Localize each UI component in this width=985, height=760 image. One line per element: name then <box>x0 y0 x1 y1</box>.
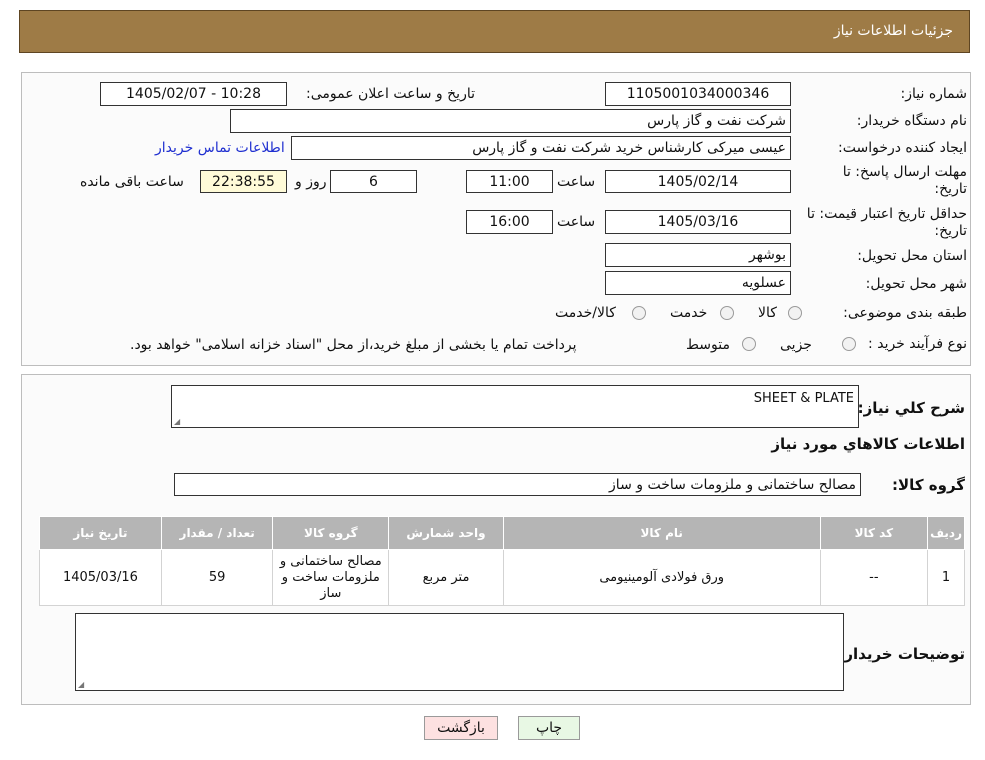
category-radio-goods-service[interactable] <box>632 306 646 320</box>
col-header-quantity: تعداد / مقدار <box>160 516 274 550</box>
cell-goods-code: -- <box>819 549 929 606</box>
goods-info-title: اطلاعات کالاهاي مورد نياز <box>771 435 965 453</box>
goods-table: رديف کد کالا نام کالا واحد شمارش گروه کا… <box>39 516 965 606</box>
goods-group-label: گروه کالا: <box>892 476 965 494</box>
col-header-need-date: تاریخ نیاز <box>39 516 162 550</box>
deadline-time-label: ساعت <box>557 174 596 190</box>
category-radio-service[interactable] <box>720 306 734 320</box>
process-note: پرداخت تمام یا بخشی از مبلغ خرید،از محل … <box>130 337 577 353</box>
col-header-goods-group: گروه کالا <box>272 516 390 550</box>
process-radio-minor[interactable] <box>842 337 856 351</box>
price-validity-date-field: 1405/03/16 <box>605 210 791 234</box>
process-type-label: نوع فرآیند خرید : <box>868 336 967 352</box>
summary-label: شرح كلي نياز: <box>857 399 965 417</box>
buyer-contact-link[interactable]: اطلاعات تماس خریدار <box>155 140 285 156</box>
buyer-notes-textarea[interactable]: ◢ <box>75 613 844 691</box>
summary-text: SHEET & PLATE <box>753 391 854 406</box>
col-header-row-number: رديف <box>927 516 965 550</box>
process-radio-medium[interactable] <box>742 337 756 351</box>
resize-grip-icon[interactable]: ◢ <box>78 680 86 689</box>
buyer-notes-label: توضیحات خریدار: <box>838 645 965 663</box>
cell-need-date: 1405/03/16 <box>39 549 162 606</box>
process-option-minor: جزیی <box>780 337 812 353</box>
category-option-goods: کالا <box>758 305 777 321</box>
print-button[interactable]: چاپ <box>518 716 580 740</box>
announce-date-field: 1405/02/07 - 10:28 <box>100 82 287 106</box>
days-remaining-field: 6 <box>330 170 417 193</box>
requester-field: عیسی میرکی کارشناس خرید شرکت نفت و گاز پ… <box>291 136 791 160</box>
resize-grip-icon[interactable]: ◢ <box>174 417 182 426</box>
col-header-goods-code: کد کالا <box>819 516 929 550</box>
cell-quantity: 59 <box>160 549 274 606</box>
requester-label: ایجاد کننده درخواست: <box>838 140 967 156</box>
goods-group-field: مصالح ساختمانی و ملزومات ساخت و ساز <box>174 473 861 496</box>
cell-goods-group: مصالح ساختمانی و ملزومات ساخت و ساز <box>272 549 390 606</box>
city-field: عسلویه <box>605 271 791 295</box>
price-validity-time-field: 16:00 <box>466 210 553 234</box>
cell-row-number: 1 <box>927 549 965 606</box>
remaining-time-field: 22:38:55 <box>200 170 287 193</box>
summary-textarea[interactable]: SHEET & PLATE ◢ <box>171 385 859 428</box>
buyer-org-label: نام دستگاه خریدار: <box>856 113 967 129</box>
category-option-service: خدمت <box>670 305 708 321</box>
category-radio-goods[interactable] <box>788 306 802 320</box>
province-field: بوشهر <box>605 243 791 267</box>
table-header-row: رديف کد کالا نام کالا واحد شمارش گروه کا… <box>39 516 965 550</box>
buyer-org-field: شرکت نفت و گاز پارس <box>230 109 791 133</box>
price-validity-label: حداقل تاریخ اعتبار قیمت: تا تاریخ: <box>806 206 967 239</box>
cell-unit: متر مربع <box>388 549 504 606</box>
col-header-goods-name: نام کالا <box>502 516 821 550</box>
remaining-label: ساعت باقی مانده <box>80 174 184 190</box>
back-button[interactable]: بازگشت <box>424 716 498 740</box>
need-number-field: 1105001034000346 <box>605 82 791 106</box>
announce-date-label: تاریخ و ساعت اعلان عمومی: <box>306 86 475 102</box>
province-label: استان محل تحویل: <box>857 248 967 264</box>
deadline-label: مهلت ارسال پاسخ: تا تاریخ: <box>842 164 967 197</box>
deadline-date-field: 1405/02/14 <box>605 170 791 193</box>
table-row[interactable]: 1 -- ورق فولادی آلومینیومی متر مربع مصال… <box>39 549 965 606</box>
page-title: جزئیات اطلاعات نیاز <box>833 23 953 39</box>
need-number-label: شماره نیاز: <box>900 86 968 102</box>
cell-goods-name: ورق فولادی آلومینیومی <box>502 549 821 606</box>
col-header-unit: واحد شمارش <box>388 516 504 550</box>
page-header: جزئیات اطلاعات نیاز <box>19 10 970 53</box>
validity-time-label: ساعت <box>557 214 596 230</box>
city-label: شهر محل تحویل: <box>865 276 967 292</box>
category-label: طبقه بندی موضوعی: <box>843 305 967 321</box>
category-option-goods-service: کالا/خدمت <box>555 305 616 321</box>
deadline-time-field: 11:00 <box>466 170 553 193</box>
days-label: روز و <box>295 174 327 190</box>
process-option-medium: متوسط <box>686 337 730 353</box>
